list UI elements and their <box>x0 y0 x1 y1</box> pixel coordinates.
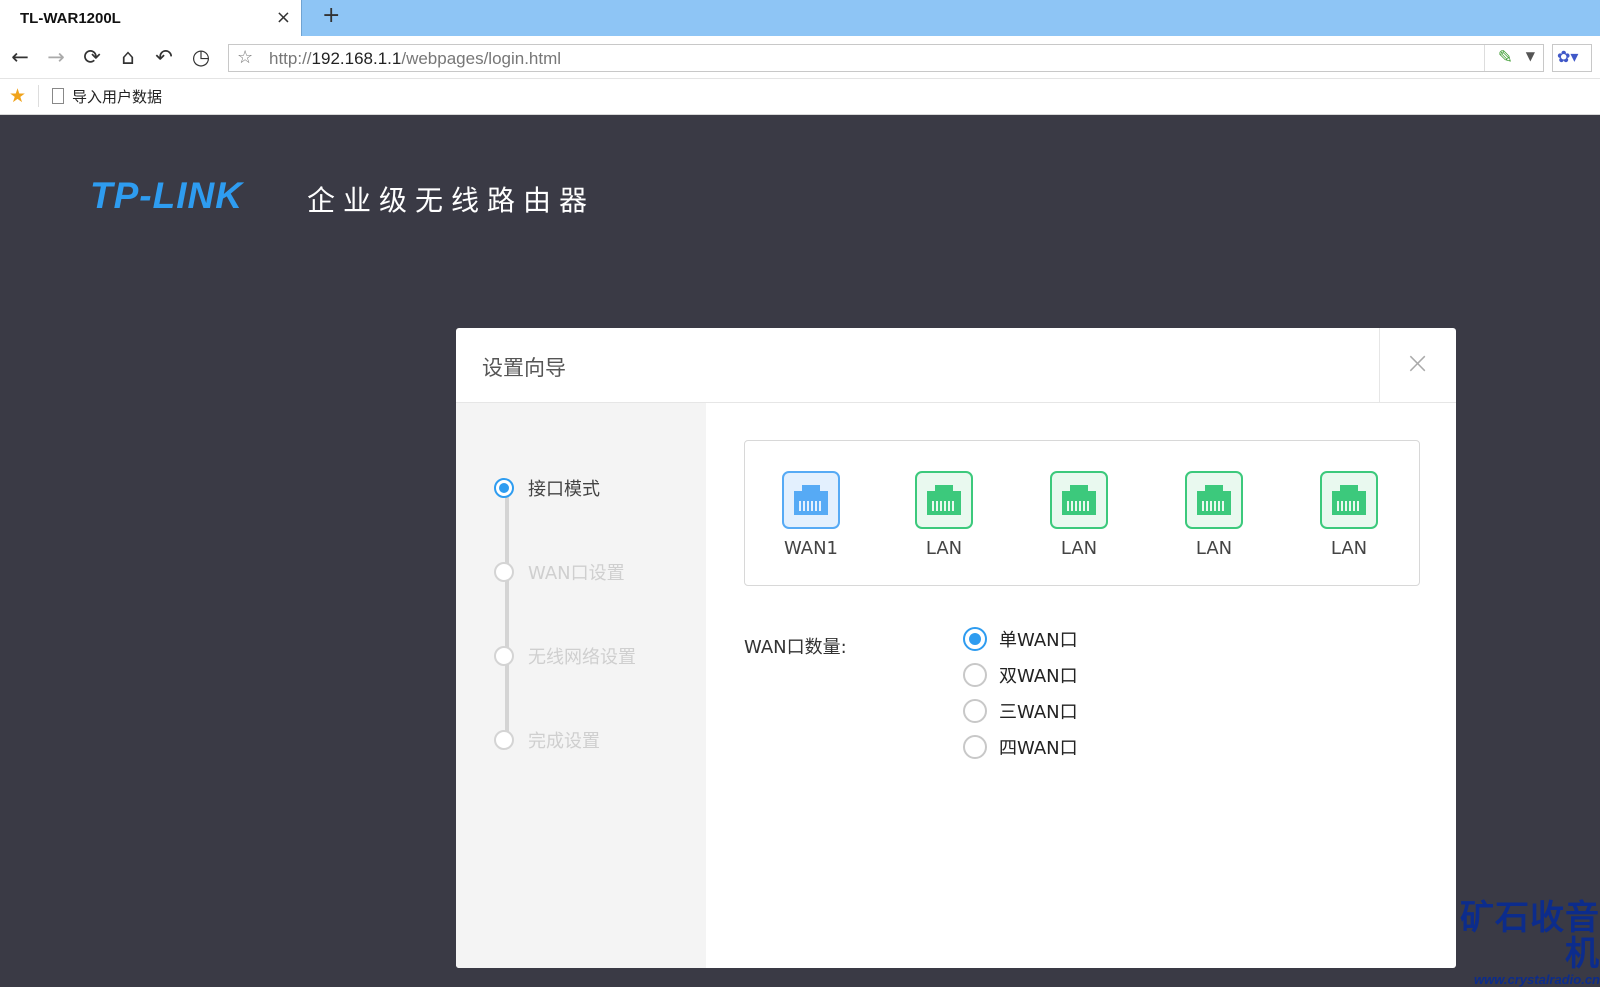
radio-single-wan[interactable]: 单WAN口 <box>963 625 1078 653</box>
port-label: LAN <box>1060 538 1098 559</box>
port-lan-2: LAN <box>1039 471 1119 559</box>
home-icon[interactable]: ⌂ <box>115 44 141 70</box>
watermark-url: www.crystalradio.cn <box>1474 972 1600 987</box>
port-label: LAN <box>1195 538 1233 559</box>
site-watermark: 矿石收音机 www.crystalradio.cn <box>1434 900 1600 987</box>
address-divider <box>1484 45 1485 71</box>
radio-button[interactable] <box>963 699 987 723</box>
dialog-header: 设置向导 × <box>456 328 1456 403</box>
search-engine-icon[interactable]: ✿▾ <box>1552 44 1592 72</box>
bookmark-label: 导入用户数据 <box>72 87 163 106</box>
step-indicator <box>494 646 514 666</box>
close-tab-icon[interactable]: × <box>276 7 291 28</box>
radio-dual-wan[interactable]: 双WAN口 <box>963 661 1078 689</box>
close-icon: × <box>1405 346 1431 381</box>
steps-connector-line <box>505 495 509 745</box>
address-url[interactable]: http://192.168.1.1/webpages/login.html <box>269 49 561 69</box>
tab-title: TL-WAR1200L <box>20 10 121 27</box>
bookmark-import-user-data[interactable]: 导入用户数据 <box>52 85 162 107</box>
step-indicator <box>494 478 514 498</box>
port-lan-3: LAN <box>1174 471 1254 559</box>
step-label: 接口模式 <box>528 479 600 500</box>
radio-label: 双WAN口 <box>999 666 1078 687</box>
step-label: WAN口设置 <box>528 563 625 584</box>
radio-button[interactable] <box>963 735 987 759</box>
radio-label: 单WAN口 <box>999 630 1078 651</box>
step-interface-mode: 接口模式 <box>494 475 600 501</box>
radio-button[interactable] <box>963 663 987 687</box>
radio-button[interactable] <box>963 627 987 651</box>
dialog-title: 设置向导 <box>482 356 566 380</box>
port-label: LAN <box>925 538 963 559</box>
port-diagram: WAN1 LAN LAN LAN LAN <box>744 440 1420 586</box>
step-finish: 完成设置 <box>494 727 600 753</box>
favorite-star-icon[interactable]: ☆ <box>237 47 253 68</box>
bookmarks-divider <box>38 85 39 107</box>
step-wireless-settings: 无线网络设置 <box>494 643 636 669</box>
undo-icon[interactable]: ↶ <box>151 44 177 70</box>
wizard-steps: 接口模式 WAN口设置 无线网络设置 完成设置 <box>456 403 706 968</box>
wan-count-label: WAN口数量: <box>744 637 847 658</box>
dialog-close-button[interactable]: × <box>1379 328 1456 402</box>
step-indicator <box>494 730 514 750</box>
ethernet-port-icon[interactable] <box>782 471 840 529</box>
product-title: 企业级无线路由器 <box>307 184 596 217</box>
router-page: TP-LINK 企业级无线路由器 设置向导 × 接口模式 WAN口设置 无线网络… <box>0 115 1600 968</box>
forward-icon[interactable]: → <box>43 44 69 70</box>
ethernet-port-icon[interactable] <box>1050 471 1108 529</box>
bookmarks-bar: ★ 导入用户数据 <box>0 79 1600 115</box>
port-label: WAN1 <box>783 538 839 559</box>
step-wan-settings: WAN口设置 <box>494 559 625 585</box>
bookmarks-star-icon[interactable]: ★ <box>9 85 26 107</box>
history-icon[interactable]: ◷ <box>188 44 214 70</box>
ethernet-port-icon[interactable] <box>1185 471 1243 529</box>
radio-triple-wan[interactable]: 三WAN口 <box>963 697 1078 725</box>
refresh-icon[interactable]: ⟳ <box>79 44 105 70</box>
port-wan1: WAN1 <box>771 471 851 559</box>
page-icon <box>52 88 64 104</box>
port-lan-4: LAN <box>1309 471 1389 559</box>
ethernet-port-icon[interactable] <box>1320 471 1378 529</box>
radio-label: 四WAN口 <box>999 738 1078 759</box>
port-label: LAN <box>1330 538 1368 559</box>
back-icon[interactable]: ← <box>7 44 33 70</box>
address-bar[interactable]: ☆ http://192.168.1.1/webpages/login.html… <box>228 44 1544 72</box>
watermark-title: 矿石收音机 <box>1460 898 1600 974</box>
browser-tab[interactable]: TL-WAR1200L × <box>0 0 302 36</box>
step-label: 无线网络设置 <box>528 647 636 668</box>
compatibility-pin-icon[interactable]: ✎ <box>1498 47 1513 68</box>
address-dropdown-icon[interactable]: ▼ <box>1526 49 1535 63</box>
radio-label: 三WAN口 <box>999 702 1078 723</box>
wizard-content: WAN1 LAN LAN LAN LAN WAN口数量: 单WAN口 双WAN口… <box>706 403 1456 968</box>
tplink-logo: TP-LINK <box>90 175 243 216</box>
new-tab-button[interactable]: + <box>322 3 340 28</box>
ethernet-port-icon[interactable] <box>915 471 973 529</box>
radio-quad-wan[interactable]: 四WAN口 <box>963 733 1078 761</box>
setup-wizard-dialog: 设置向导 × 接口模式 WAN口设置 无线网络设置 完成设置 WAN1 LAN … <box>456 328 1456 968</box>
port-lan-1: LAN <box>904 471 984 559</box>
step-label: 完成设置 <box>528 731 600 752</box>
tab-bar: TL-WAR1200L × + <box>0 0 1600 36</box>
step-indicator <box>494 562 514 582</box>
navigation-bar: ← → ⟳ ⌂ ↶ ◷ ☆ http://192.168.1.1/webpage… <box>0 36 1600 79</box>
